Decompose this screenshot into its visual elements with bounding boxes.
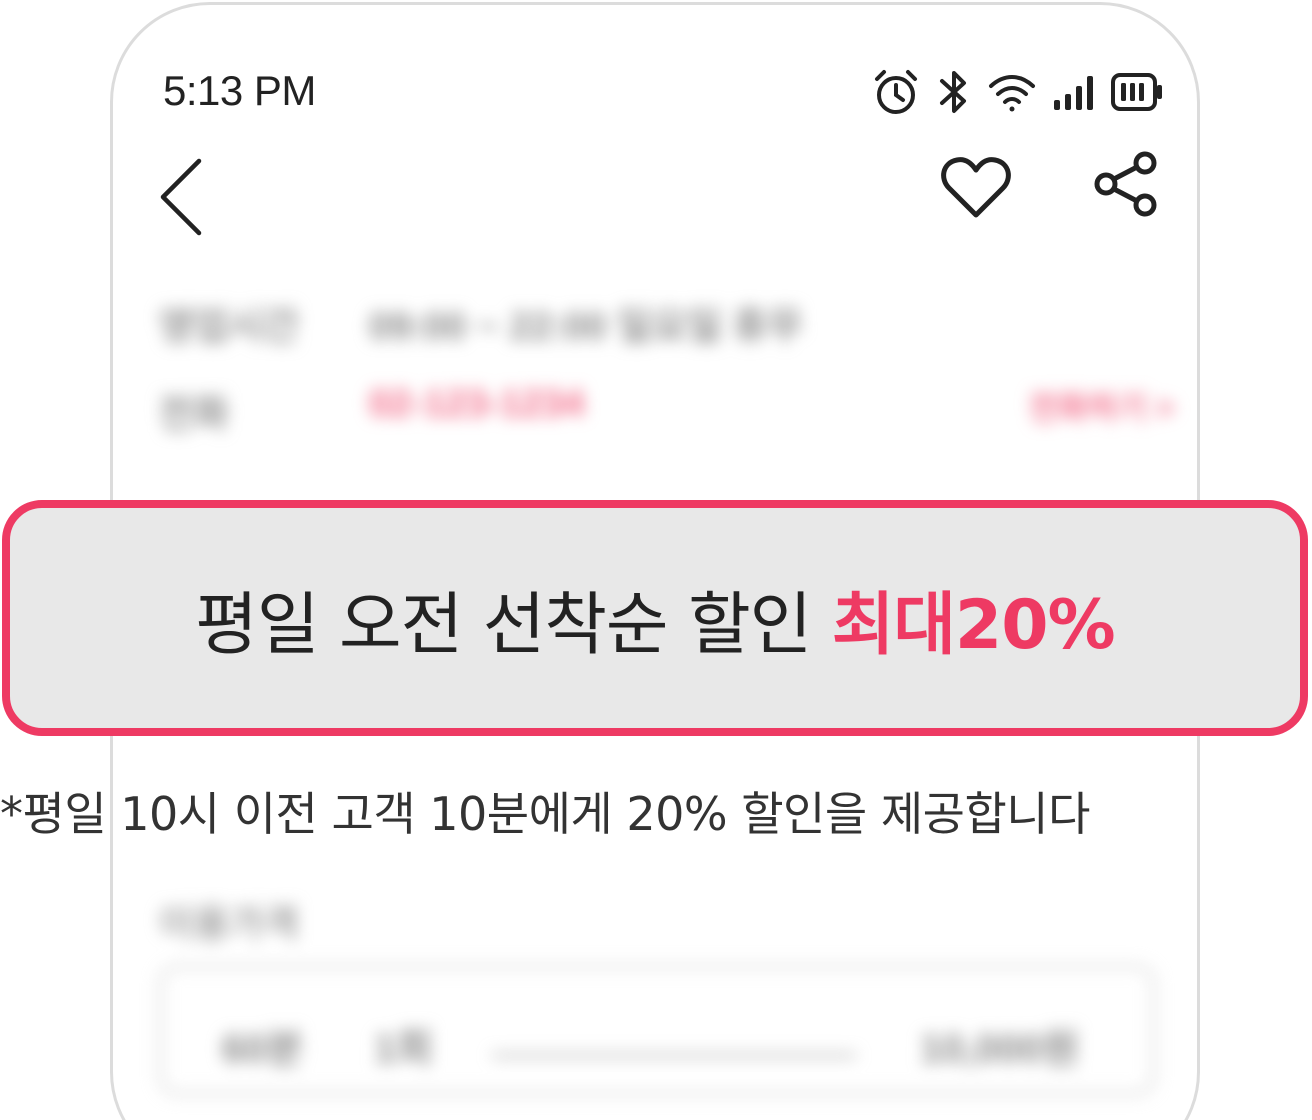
- hours-value: 09:00 ~ 22:00 일요일 휴무: [369, 306, 803, 348]
- status-time: 5:13 PM: [163, 67, 316, 114]
- hours-label: 영업시간: [159, 306, 299, 348]
- price-table: 60분 1회 10,000원: [159, 965, 1155, 1095]
- alarm-icon: [871, 67, 921, 117]
- share-icon: [1091, 151, 1161, 223]
- promo-note: *평일 10시 이전 고객 10분에게 20% 할인을 제공합니다: [0, 787, 1090, 841]
- share-button[interactable]: [1091, 149, 1161, 223]
- price-amount: 10,000원: [920, 1027, 1080, 1071]
- promo-title: 평일 오전 선착순 할인: [195, 585, 832, 665]
- price-duration: 60분: [222, 1027, 304, 1071]
- call-link[interactable]: 전화하기 >: [1029, 383, 1174, 429]
- status-bar: 5:13 PM: [113, 5, 1197, 145]
- signal-icon: [1053, 72, 1095, 112]
- wifi-icon: [987, 70, 1037, 114]
- back-button[interactable]: [157, 157, 207, 241]
- phone-value[interactable]: 02-123-1234: [369, 383, 585, 426]
- price-count: 1회: [374, 1027, 434, 1071]
- favorite-button[interactable]: [939, 155, 1013, 225]
- screen: 5:13 PM 영업시간 09:00 ~ 22:00 일요일 휴무 전화 02-…: [0, 0, 1312, 1120]
- back-icon: [157, 158, 207, 241]
- promo-text: 평일 오전 선착순 할인 최대20%: [195, 569, 1116, 668]
- heart-icon: [939, 157, 1013, 225]
- battery-icon: [1111, 72, 1163, 112]
- phone-label: 전화: [159, 394, 229, 436]
- status-icons: [871, 67, 1163, 117]
- price-heading: 이용가격: [159, 904, 299, 946]
- nav-bar: [113, 145, 1197, 255]
- bluetooth-icon: [937, 67, 971, 117]
- promo-highlight: 최대20%: [831, 585, 1116, 665]
- price-divider: [492, 1054, 856, 1057]
- promo-banner: 평일 오전 선착순 할인 최대20%: [2, 500, 1308, 736]
